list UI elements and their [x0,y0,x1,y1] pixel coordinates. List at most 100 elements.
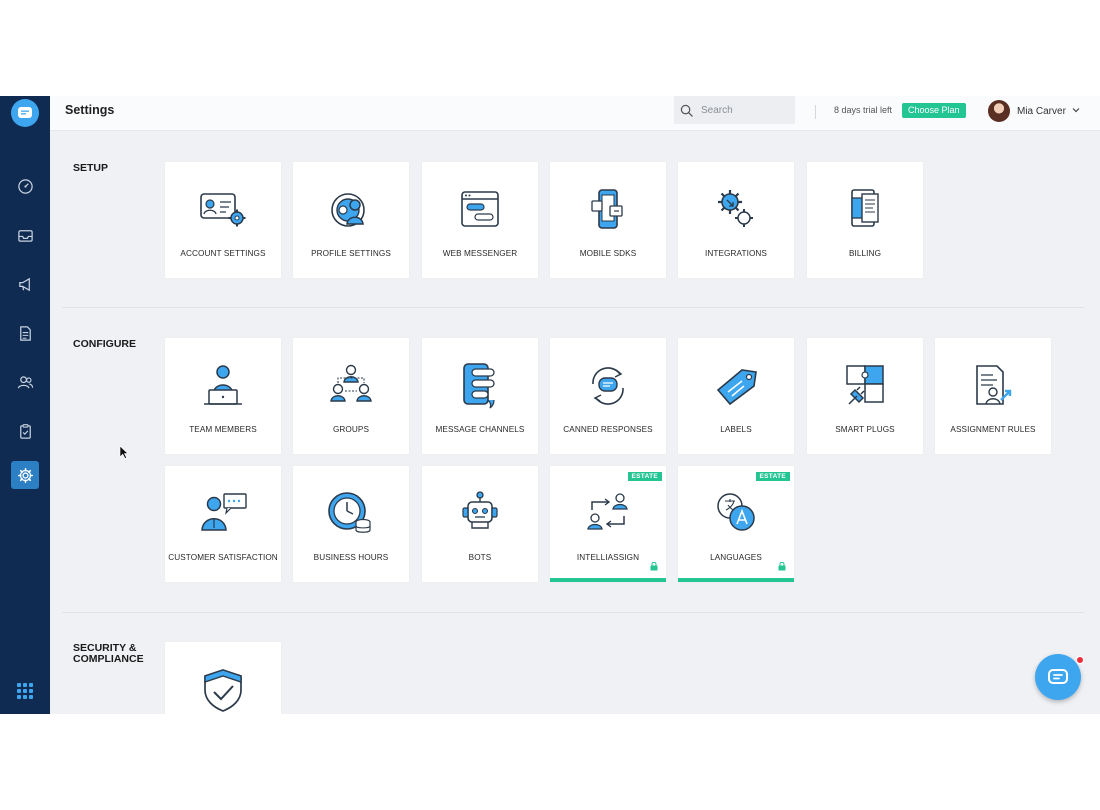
card-label: PROFILE SETTINGS [311,249,391,258]
card-label: MESSAGE CHANNELS [435,425,525,434]
card-canned-responses[interactable]: CANNED RESPONSES [550,338,666,454]
document-icon [19,325,31,341]
card-labels[interactable]: LABELS [678,338,794,454]
card-label: INTEGRATIONS [704,249,767,258]
card-customer-satisfaction[interactable]: CUSTOMER SATISFACTION [165,466,281,582]
card-label: MOBILE SDKS [579,249,637,258]
top-header: Settings 8 days trial left Choose Plan M… [50,96,1100,131]
card-label: WEB MESSENGER [442,249,518,258]
mobile-sdks-icon [591,189,623,229]
mouse-cursor-icon [119,445,129,459]
app-window: Settings 8 days trial left Choose Plan M… [0,96,1100,714]
card-smart-plugs[interactable]: SMART PLUGS [807,338,923,454]
card-label: BILLING [848,249,882,258]
business-hours-icon [328,492,371,533]
groups-icon [330,364,372,402]
lock-icon [778,562,786,571]
card-label: GROUPS [332,425,370,434]
chat-launcher-button[interactable] [1035,654,1081,700]
card-label: LANGUAGES [710,553,762,562]
plan-badge: ESTATE [627,472,662,481]
card-languages[interactable]: ESTATE LANGUAGES [678,466,794,582]
message-channels-icon [463,363,495,409]
card-label: LABELS [720,425,752,434]
clipboard-icon [19,423,31,439]
card-label: TEAM MEMBERS [189,425,257,434]
dashboard-icon [17,178,33,194]
sidebar-item-campaigns[interactable] [11,270,39,298]
card-label: ASSIGNMENT RULES [950,425,1036,434]
locked-feature-bar [550,578,666,582]
user-name[interactable]: Mia Carver [1017,106,1066,117]
trial-status-text: 8 days trial left [834,105,893,115]
inbox-icon [17,229,33,242]
integrations-icon [718,190,753,227]
customer-satisfaction-icon [201,493,247,531]
card-label: BUSINESS HOURS [313,553,389,562]
sidebar-item-dashboard[interactable] [11,172,39,200]
card-business-hours[interactable]: BUSINESS HOURS [293,466,409,582]
intelliassign-icon [587,493,628,530]
sidebar-item-contacts[interactable] [11,368,39,396]
card-bots[interactable]: BOTS [422,466,538,582]
card-label: SMART PLUGS [835,425,895,434]
card-assignment-rules[interactable]: ASSIGNMENT RULES [935,338,1051,454]
web-messenger-icon [461,191,499,227]
sidebar-item-inbox[interactable] [11,221,39,249]
app-logo-icon[interactable] [11,99,39,127]
bots-icon [462,491,498,529]
search-input[interactable] [701,104,781,116]
card-label: INTELLIASSIGN [576,553,640,562]
locked-feature-bar [678,578,794,582]
plan-badge: ESTATE [755,472,790,481]
card-label: CUSTOMER SATISFACTION [168,553,278,562]
card-label: CANNED RESPONSES [563,425,653,434]
lock-icon [650,562,658,571]
labels-icon [716,369,757,406]
shield-check-icon [204,669,242,712]
profile-settings-icon [331,193,365,227]
billing-icon [851,189,879,227]
chat-bubble-icon [1048,668,1068,684]
card-groups[interactable]: GROUPS [293,338,409,454]
card-integrations[interactable]: INTEGRATIONS [678,162,794,278]
account-settings-icon [200,193,246,227]
section-title-security: SECURITY & COMPLIANCE [73,642,144,665]
section-title-setup: SETUP [73,162,109,174]
languages-icon [717,493,755,531]
card-web-messenger[interactable]: WEB MESSENGER [422,162,538,278]
sidebar-item-settings[interactable] [11,461,39,489]
apps-grid-icon[interactable] [17,683,33,699]
assignment-rules-icon [976,365,1012,405]
user-avatar[interactable] [988,100,1010,122]
contacts-icon [17,375,33,388]
sidebar [0,96,50,714]
card-security[interactable] [165,642,281,714]
card-intelliassign[interactable]: ESTATE INTELLIASSIGN [550,466,666,582]
card-billing[interactable]: BILLING [807,162,923,278]
card-profile-settings[interactable]: PROFILE SETTINGS [293,162,409,278]
team-members-icon [204,365,242,405]
card-mobile-sdks[interactable]: MOBILE SDKS [550,162,666,278]
sidebar-item-documents[interactable] [11,319,39,347]
search-icon [680,104,693,117]
card-account-settings[interactable]: ACCOUNT SETTINGS [165,162,281,278]
card-label: ACCOUNT SETTINGS [180,249,266,258]
sidebar-item-tasks[interactable] [11,417,39,445]
header-divider [815,105,816,119]
section-divider [62,307,1084,308]
card-message-channels[interactable]: MESSAGE CHANNELS [422,338,538,454]
notification-dot [1076,656,1084,664]
card-team-members[interactable]: TEAM MEMBERS [165,338,281,454]
section-divider [62,612,1084,613]
section-title-configure: CONFIGURE [73,338,136,350]
search-box[interactable] [674,96,795,124]
settings-gear-icon [17,467,33,483]
megaphone-icon [18,277,30,291]
page-title: Settings [65,103,115,117]
chevron-down-icon[interactable] [1072,107,1080,113]
card-label: BOTS [468,553,492,562]
canned-responses-icon [592,367,624,405]
smart-plugs-icon [846,365,884,405]
choose-plan-button[interactable]: Choose Plan [902,103,966,118]
